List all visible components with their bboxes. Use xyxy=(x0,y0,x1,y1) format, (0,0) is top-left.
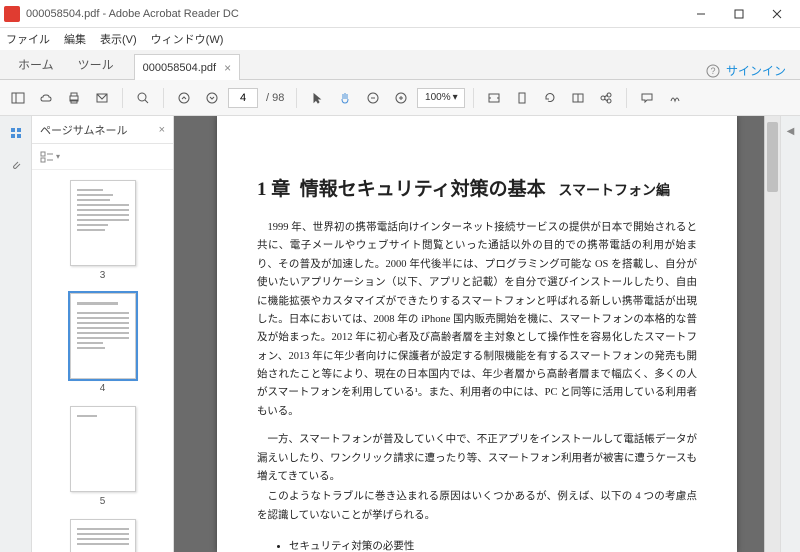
tab-home[interactable]: ホーム xyxy=(6,50,66,79)
chevron-down-icon: ▾ xyxy=(56,152,60,161)
page-down-icon[interactable] xyxy=(200,86,224,110)
right-rail: ◀ xyxy=(780,116,800,552)
thumbnail-number: 5 xyxy=(100,496,106,507)
pdf-page: 1 章 情報セキュリティ対策の基本 スマートフォン編 1999 年、世界初の携帯… xyxy=(217,116,737,552)
sign-icon[interactable] xyxy=(663,86,687,110)
left-rail xyxy=(0,116,32,552)
signin-link[interactable]: ? サインイン xyxy=(692,62,800,79)
sidebar-toggle-icon[interactable] xyxy=(6,86,30,110)
mail-icon[interactable] xyxy=(90,86,114,110)
document-viewport[interactable]: 1 章 情報セキュリティ対策の基本 スマートフォン編 1999 年、世界初の携帯… xyxy=(174,116,780,552)
maximize-button[interactable] xyxy=(720,3,758,25)
thumbnail-item[interactable]: 3 xyxy=(66,180,140,281)
title-bar: 000058504.pdf - Adobe Acrobat Reader DC xyxy=(0,0,800,28)
close-button[interactable] xyxy=(758,3,796,25)
body-paragraph: このようなトラブルに巻き込まれる原因はいくつかあるが、例えば、以下の 4 つの考… xyxy=(257,488,697,525)
thumbnail-list[interactable]: 3 4 5 6 xyxy=(32,170,173,552)
fit-page-icon[interactable] xyxy=(510,86,534,110)
menu-view[interactable]: 表示(V) xyxy=(100,31,137,47)
document-tab-label: 000058504.pdf xyxy=(143,62,216,74)
zoom-in-icon[interactable] xyxy=(389,86,413,110)
comment-icon[interactable] xyxy=(635,86,659,110)
main-area: ページサムネール × ▾ 3 4 5 6 xyxy=(0,116,800,552)
page-up-icon[interactable] xyxy=(172,86,196,110)
zoom-level-select[interactable]: 100%▾ xyxy=(417,88,465,108)
body-paragraph: 一方、スマートフォンが普及していく中で、不正アプリをインストールして電話帳データ… xyxy=(257,431,697,486)
thumbnail-options[interactable]: ▾ xyxy=(32,144,173,170)
thumbnail-panel-header: ページサムネール × xyxy=(32,116,173,144)
select-tool-icon[interactable] xyxy=(305,86,329,110)
thumbnail-item[interactable]: 6 xyxy=(66,519,140,552)
page-total-label: / 98 xyxy=(262,92,288,104)
menu-file[interactable]: ファイル xyxy=(6,31,50,47)
tab-bar: ホーム ツール 000058504.pdf × ? サインイン xyxy=(0,50,800,80)
tab-tools[interactable]: ツール xyxy=(66,50,126,79)
hand-tool-icon[interactable] xyxy=(333,86,357,110)
rotate-icon[interactable] xyxy=(538,86,562,110)
bullet-list: セキュリティ対策の必要性 スマートフォンの利用方法に応じたセキュリティ対策強化の… xyxy=(289,537,697,552)
thumbnails-rail-icon[interactable] xyxy=(7,124,25,142)
thumbnail-item[interactable]: 5 xyxy=(66,406,140,507)
zoom-out-icon[interactable] xyxy=(361,86,385,110)
menu-edit[interactable]: 編集 xyxy=(64,31,86,47)
thumbnail-item[interactable]: 4 xyxy=(66,293,140,394)
thumbnail-number: 4 xyxy=(100,383,106,394)
list-item: セキュリティ対策の必要性 xyxy=(289,537,697,552)
chapter-heading: 1 章 情報セキュリティ対策の基本 スマートフォン編 xyxy=(257,174,697,201)
vertical-scrollbar[interactable] xyxy=(764,116,780,552)
chevron-down-icon: ▾ xyxy=(453,92,458,103)
svg-text:?: ? xyxy=(710,66,715,76)
close-tab-icon[interactable]: × xyxy=(224,61,231,75)
scrollbar-handle[interactable] xyxy=(767,122,778,192)
read-mode-icon[interactable] xyxy=(566,86,590,110)
document-tab[interactable]: 000058504.pdf × xyxy=(134,54,240,80)
attachment-rail-icon[interactable] xyxy=(7,156,25,174)
print-icon[interactable] xyxy=(62,86,86,110)
body-paragraph: 1999 年、世界初の携帯電話向けインターネット接続サービスの提供が日本で開始さ… xyxy=(257,219,697,421)
share-icon[interactable] xyxy=(594,86,618,110)
app-icon xyxy=(4,6,20,22)
menu-bar: ファイル 編集 表示(V) ウィンドウ(W) xyxy=(0,28,800,50)
menu-window[interactable]: ウィンドウ(W) xyxy=(151,31,224,47)
thumbnail-number: 3 xyxy=(100,270,106,281)
window-title: 000058504.pdf - Adobe Acrobat Reader DC xyxy=(26,8,682,20)
thumbnail-panel-title: ページサムネール xyxy=(40,122,159,138)
toolbar: / 98 100%▾ xyxy=(0,80,800,116)
thumbnail-panel: ページサムネール × ▾ 3 4 5 6 xyxy=(32,116,174,552)
fit-width-icon[interactable] xyxy=(482,86,506,110)
save-cloud-icon[interactable] xyxy=(34,86,58,110)
minimize-button[interactable] xyxy=(682,3,720,25)
expand-tools-icon[interactable]: ◀ xyxy=(787,126,795,137)
close-panel-icon[interactable]: × xyxy=(159,124,165,136)
search-icon[interactable] xyxy=(131,86,155,110)
help-icon: ? xyxy=(706,64,720,78)
options-icon xyxy=(40,151,54,163)
page-number-input[interactable] xyxy=(228,88,258,108)
